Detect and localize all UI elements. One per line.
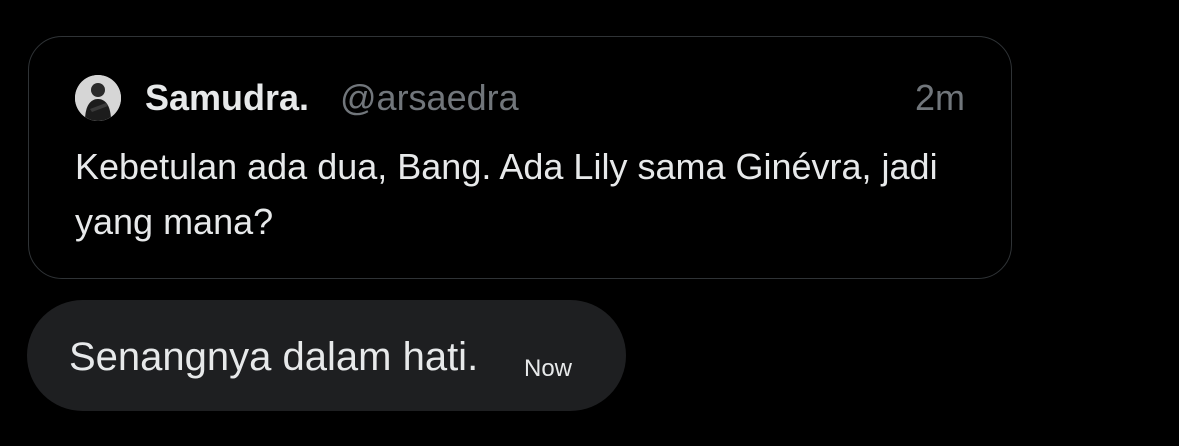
message-timestamp: Now (524, 355, 573, 382)
message-text: Senangnya dalam hati. (69, 335, 479, 379)
quoted-post-text: Kebetulan ada dua, Bang. Ada Lily sama G… (75, 146, 938, 242)
avatar-photo-icon (75, 75, 121, 121)
author-name[interactable]: Samudra. (145, 75, 309, 121)
post-timestamp: 2m (914, 77, 965, 118)
message-bubble[interactable]: Senangnya dalam hati. Now (27, 300, 626, 411)
author-handle[interactable]: @arsaedra (340, 75, 519, 121)
author-avatar[interactable] (75, 75, 121, 121)
quoted-post-card[interactable]: Samudra. @arsaedra 2m Kebetulan ada dua,… (28, 36, 1012, 279)
